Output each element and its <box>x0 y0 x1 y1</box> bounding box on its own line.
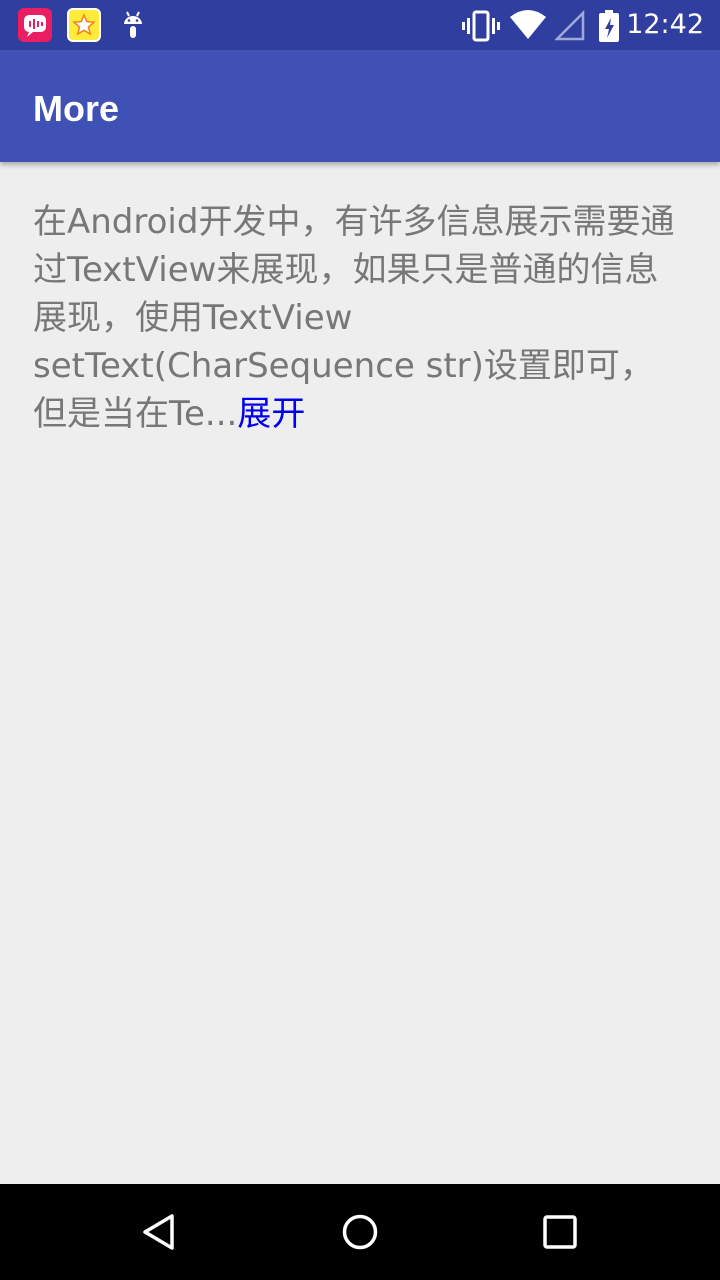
home-icon[interactable] <box>340 1212 380 1252</box>
status-clock: 12:42 <box>626 9 704 40</box>
collapsible-text-view: 在Android开发中，有许多信息展示需要通过TextView来展现，如果只是普… <box>33 198 683 438</box>
chat-app-icon <box>18 8 52 42</box>
collapsed-body-text: 在Android开发中，有许多信息展示需要通过TextView来展现，如果只是普… <box>33 202 675 434</box>
status-bar: 12:42 <box>0 0 720 50</box>
star-app-icon <box>67 8 101 42</box>
wifi-icon <box>510 10 546 39</box>
vibrate-icon <box>462 10 500 42</box>
back-icon[interactable] <box>140 1212 180 1252</box>
navigation-bar <box>0 1184 720 1280</box>
cell-signal-icon <box>555 9 585 41</box>
app-bar: More <box>0 50 720 162</box>
battery-icon <box>599 10 619 42</box>
recents-icon[interactable] <box>540 1212 580 1252</box>
page-title: More <box>33 88 120 129</box>
expand-link[interactable]: 展开 <box>237 394 305 434</box>
android-debug-icon <box>116 8 150 42</box>
